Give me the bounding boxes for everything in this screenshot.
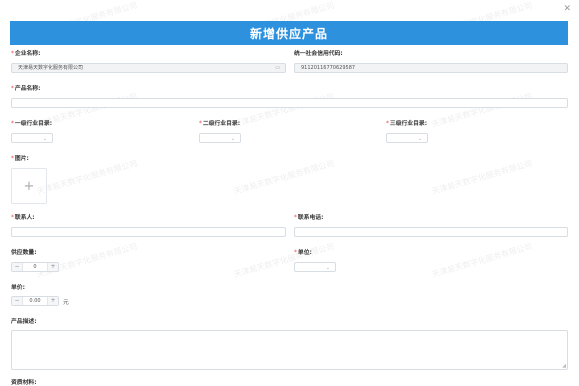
plus-icon: + [23,178,35,194]
product-name-field[interactable] [11,98,568,108]
plus-button[interactable]: + [47,297,58,305]
qualification-label: 资质材料: [11,380,37,386]
image-upload[interactable]: + [11,168,47,204]
chevron-down-icon: ⌄ [417,136,422,142]
watermark: 天津易天数字化服务有限公司 [430,241,534,280]
description-label: 产品描述: [11,319,37,325]
watermark: 天津易天数字化服务有限公司 [232,241,336,280]
description-textarea[interactable]: ◢ [11,330,568,370]
price-label: 单价: [11,285,25,291]
watermark: 天津易天数字化服务有限公司 [35,158,139,197]
product-name-label: *产品名称: [11,86,41,92]
contact-field[interactable] [11,227,286,237]
industry-level2-label: *二级行业目录: [199,121,241,127]
contact-label: *联系人: [11,215,35,221]
watermark: 天津易天数字化服务有限公司 [430,91,534,130]
chevron-down-icon: ⌄ [230,136,235,142]
industry-level2-select[interactable]: ⌄ [199,133,241,143]
price-unit: 元 [63,300,69,306]
price-value[interactable]: 0.00 [23,297,47,305]
resize-handle-icon[interactable]: ◢ [562,363,566,369]
unit-select[interactable]: ⌄ [294,262,336,272]
industry-level1-label: *一级行业目录: [11,121,53,127]
card-icon[interactable]: ▭ [275,64,280,72]
industry-level3-select[interactable]: ⌄ [386,133,428,143]
chevron-down-icon: ⌄ [325,265,330,271]
watermark: 天津易天数字化服务有限公司 [35,241,139,280]
company-name-field[interactable]: 天津易天数字化服务有限公司 ▭ [11,63,286,73]
phone-field[interactable] [294,227,568,237]
minus-button[interactable]: − [12,297,23,305]
watermark: 天津易天数字化服务有限公司 [232,158,336,197]
supply-qty-value[interactable]: 0 [23,263,47,271]
credit-code-field[interactable]: 91120116770629587 [294,63,568,73]
chevron-down-icon: ⌄ [42,136,47,142]
price-stepper[interactable]: − 0.00 + [11,296,59,306]
industry-level3-label: *三级行业目录: [386,121,428,127]
watermark: 天津易天数字化服务有限公司 [232,91,336,130]
minus-button[interactable]: − [12,263,23,271]
dialog-title: 新增供应产品 [249,26,328,41]
dialog-title-bar: 新增供应产品 [10,21,568,45]
watermark: 天津易天数字化服务有限公司 [430,158,534,197]
unit-label: *单位: [294,250,312,256]
phone-label: *联系电话: [294,215,324,221]
supply-qty-stepper[interactable]: − 0 + [11,262,59,272]
close-icon[interactable]: ✕ [563,4,571,14]
supply-qty-label: 供应数量: [11,250,37,256]
industry-level1-select[interactable]: ⌄ [11,133,53,143]
plus-button[interactable]: + [47,263,58,271]
credit-code-label: 统一社会信用代码: [294,51,343,57]
image-label: *图片: [11,156,29,162]
company-name-label: *企业名称: [11,51,41,57]
